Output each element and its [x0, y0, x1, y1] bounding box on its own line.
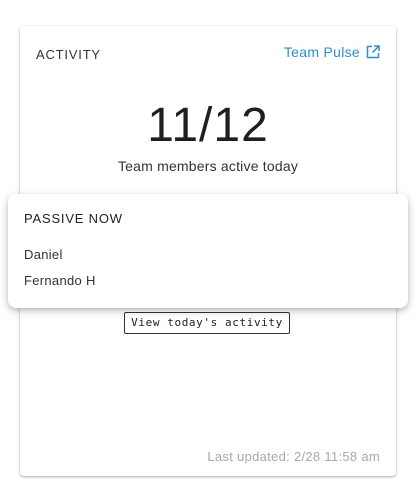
team-pulse-label[interactable]: Team Pulse [284, 44, 360, 60]
view-todays-activity-button[interactable]: View today's activity [124, 312, 290, 334]
list-item: Fernando H [24, 273, 96, 288]
active-count-caption: Team members active today [117, 158, 299, 174]
last-updated-text: Last updated: 2/28 11:58 am [207, 449, 380, 464]
popover-title: PASSIVE NOW [24, 211, 123, 226]
passive-now-popover: PASSIVE NOW Daniel Fernando H [8, 194, 408, 308]
external-link-icon[interactable] [366, 45, 380, 59]
active-count: 11/12 [147, 99, 269, 152]
list-item: Daniel [24, 247, 63, 262]
passive-members-list: Daniel Fernando H [24, 247, 96, 299]
card-title: ACTIVITY [36, 47, 101, 62]
team-pulse-link[interactable]: Team Pulse [284, 44, 380, 60]
